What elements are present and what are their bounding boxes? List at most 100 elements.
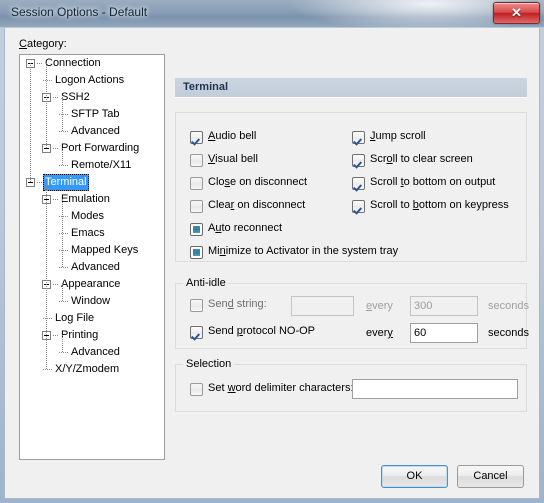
tree-item-label: SFTP Tab (71, 108, 120, 120)
pane-title: Terminal (183, 81, 229, 93)
tree-connector (62, 284, 64, 301)
tree-connector (43, 369, 52, 371)
terminal-general-group: Audio bell Visual bell Close on disconne… (175, 112, 527, 262)
selection-group-title: Selection (183, 358, 235, 370)
tree-item-label: Appearance (61, 278, 121, 290)
tree-connector (53, 335, 58, 337)
tree-connector (59, 267, 68, 269)
dialog-client-area: Category: Connection Logon Actions SSH2 SFT… (4, 28, 540, 499)
checkbox-label: Send string: (208, 298, 267, 310)
checkbox-label: Audio bell (208, 130, 257, 142)
tree-connector (59, 352, 68, 354)
checkbox-label: Auto reconnect (208, 222, 283, 234)
tree-connector (53, 97, 58, 99)
close-icon: ✕ (511, 5, 522, 20)
tree-connector (46, 182, 48, 369)
tree-item-label: Printing (61, 329, 99, 341)
tree-item-label: Port Forwarding (61, 142, 140, 154)
tree-connector (37, 182, 42, 184)
tree-item-port-forwarding[interactable]: Port Forwarding (20, 140, 164, 157)
noop-interval-input[interactable]: 60 (410, 323, 478, 343)
ok-button[interactable]: OK (381, 465, 448, 488)
checkbox-box (352, 177, 365, 190)
tree-connector (62, 148, 64, 165)
anti-idle-group-title: Anti-idle (183, 277, 229, 289)
checkbox-label: Scroll to clear screen (370, 153, 473, 165)
checkbox-label: Close on disconnect (208, 176, 308, 188)
cancel-button[interactable]: Cancel (457, 465, 524, 488)
tree-connector (30, 63, 32, 182)
tree-item-mapped-keys[interactable]: Mapped Keys (20, 242, 164, 259)
checkbox-box (352, 131, 365, 144)
tree-item-label: Modes (71, 210, 105, 222)
checkbox-box (190, 200, 203, 213)
tree-item-remote-x11[interactable]: Remote/X11 (20, 157, 164, 174)
tree-item-window[interactable]: Window (20, 293, 164, 310)
tree-item-label: Log File (55, 312, 95, 324)
noop-every-label: every (366, 327, 393, 339)
anti-idle-group: Anti-idle Send string: every 300 seconds… (175, 277, 529, 349)
tree-item-advanced[interactable]: Advanced (20, 259, 164, 276)
checkbox-box (190, 326, 203, 339)
tree-item-advanced[interactable]: Advanced (20, 123, 164, 140)
checkbox-label: Scroll to bottom on output (370, 176, 496, 188)
tree-connector (59, 131, 68, 133)
tree-item-ssh2[interactable]: SSH2 (20, 89, 164, 106)
word-delimiters-input[interactable] (352, 379, 518, 399)
tree-item-emulation[interactable]: Emulation (20, 191, 164, 208)
tree-connector (62, 335, 64, 352)
checkbox-box (190, 383, 203, 396)
title-bar: Session Options - Default ✕ (0, 0, 544, 28)
checkbox-box (352, 154, 365, 167)
checkbox-box (190, 154, 203, 167)
checkbox-label: Jump scroll (370, 130, 426, 142)
checkbox-box (190, 131, 203, 144)
tree-item-logon-actions[interactable]: Logon Actions (20, 72, 164, 89)
tree-item-label: Logon Actions (55, 74, 125, 86)
tree-item-log-file[interactable]: Log File (20, 310, 164, 327)
tree-connector (59, 165, 68, 167)
noop-seconds-label: seconds (488, 327, 529, 339)
tree-connector (53, 148, 58, 150)
category-label: Category: (19, 38, 67, 50)
tree-item-label: Connection (45, 57, 101, 69)
checkbox-label: Visual bell (208, 153, 258, 165)
close-button[interactable]: ✕ (493, 2, 540, 24)
tree-item-label: Terminal (43, 174, 89, 191)
tree-item-appearance[interactable]: Appearance (20, 276, 164, 293)
tree-item-advanced[interactable]: Advanced (20, 344, 164, 361)
tree-item-label: Emulation (61, 193, 110, 205)
tree-connector (62, 97, 64, 131)
send-string-interval-input[interactable]: 300 (410, 296, 478, 316)
tree-item-label: Window (71, 295, 111, 307)
tree-item-terminal[interactable]: Terminal (20, 174, 164, 191)
checkbox-box (190, 223, 203, 236)
pane-header: Terminal (175, 78, 527, 98)
tree-item-label: Remote/X11 (71, 159, 132, 171)
tree-item-label: Emacs (71, 227, 105, 239)
tree-item-modes[interactable]: Modes (20, 208, 164, 225)
checkbox-label: Send protocol NO-OP (208, 325, 316, 337)
tree-item-label: Advanced (71, 125, 120, 137)
tree-item-emacs[interactable]: Emacs (20, 225, 164, 242)
tree-connector (37, 63, 42, 65)
tree-item-label: Advanced (71, 261, 120, 273)
tree-connector (62, 199, 64, 267)
checkbox-box (190, 246, 203, 259)
tree-item-label: Advanced (71, 346, 120, 358)
checkbox-label: Minimize to Activator in the system tray (208, 245, 399, 257)
checkbox-label: Scroll to bottom on keypress (370, 199, 509, 211)
checkbox-box (190, 299, 203, 312)
tree-item-printing[interactable]: Printing (20, 327, 164, 344)
tree-item-x-y-zmodem[interactable]: X/Y/Zmodem (20, 361, 164, 378)
category-tree[interactable]: Connection Logon Actions SSH2 SFTP Tab Advan… (19, 54, 165, 460)
send-string-input[interactable] (291, 296, 354, 316)
checkbox-box (352, 200, 365, 213)
send-string-every-label: every (366, 300, 393, 312)
checkbox-box (190, 177, 203, 190)
selection-group: Selection Set word delimiter characters: (175, 358, 527, 412)
tree-item-connection[interactable]: Connection (20, 55, 164, 72)
tree-connector (53, 199, 58, 201)
send-string-seconds-label: seconds (488, 300, 529, 312)
tree-item-sftp-tab[interactable]: SFTP Tab (20, 106, 164, 123)
